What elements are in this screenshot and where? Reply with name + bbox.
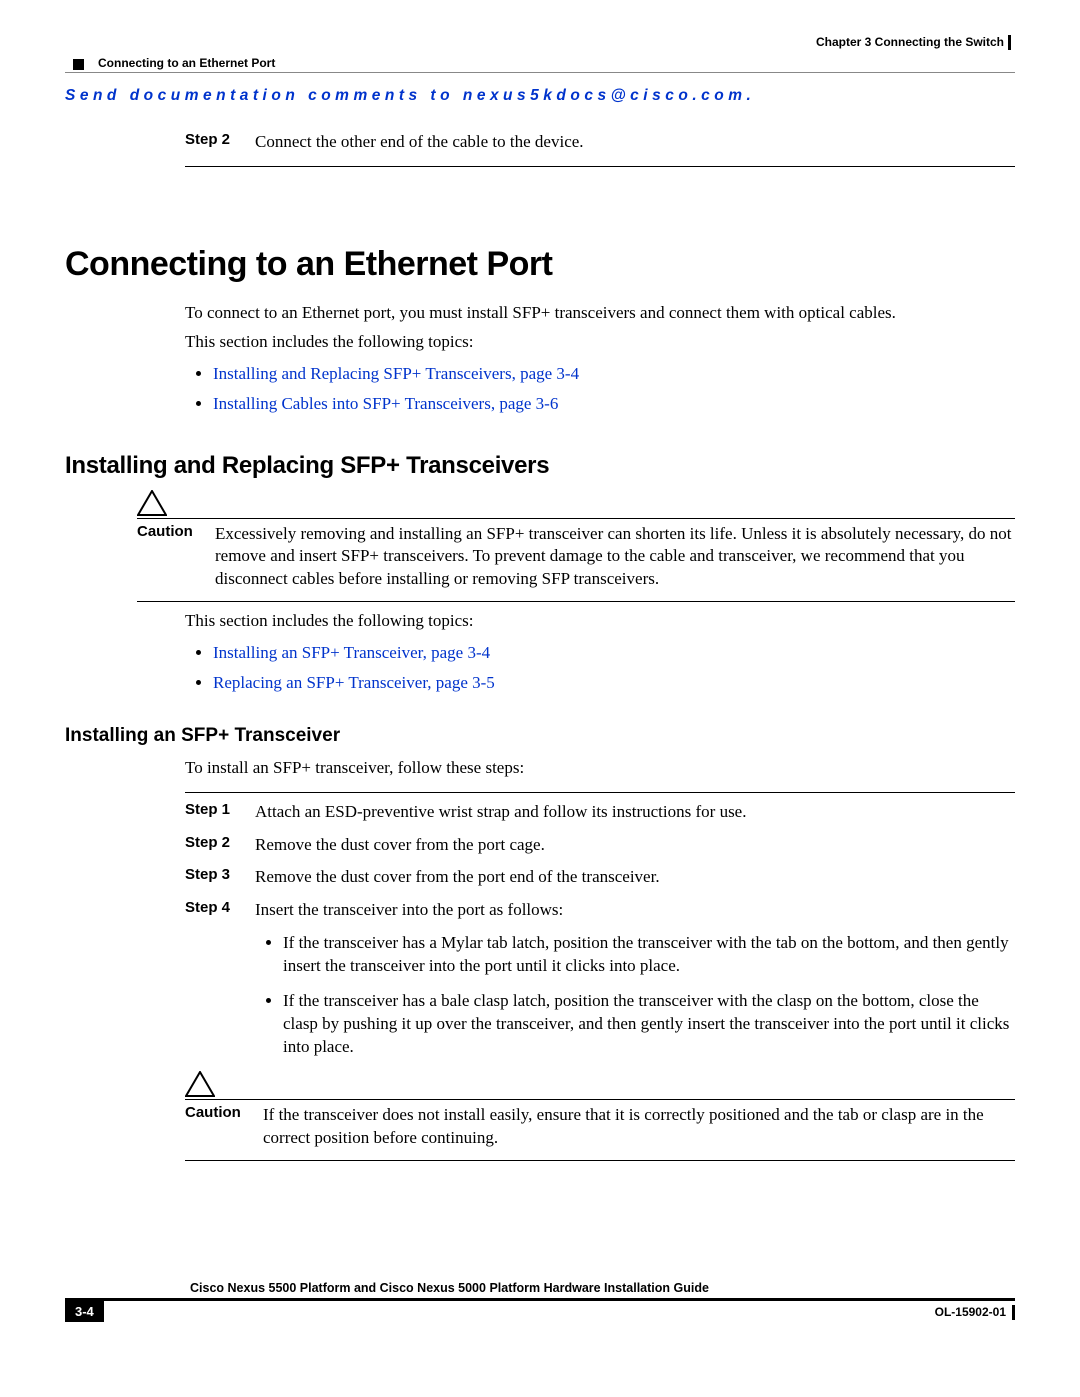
doc-id: OL-15902-01 (935, 1305, 1015, 1320)
xref-list-1: Installing and Replacing SFP+ Transceive… (185, 360, 1015, 417)
paragraph: This section includes the following topi… (185, 610, 1015, 633)
divider (185, 166, 1015, 167)
step-row: Step 2 Remove the dust cover from the po… (185, 834, 1015, 857)
xref-link[interactable]: Replacing an SFP+ Transceiver, page 3-5 (213, 673, 495, 692)
step-row: Step 1 Attach an ESD-preventive wrist st… (185, 801, 1015, 824)
header-section: Connecting to an Ethernet Port (73, 56, 1015, 70)
step-label: Step 3 (185, 866, 255, 889)
doc-email-line: Send documentation comments to nexus5kdo… (65, 87, 1015, 105)
caution-text: If the transceiver does not install easi… (263, 1104, 1015, 1150)
step-text: Attach an ESD-preventive wrist strap and… (255, 801, 746, 824)
paragraph: This section includes the following topi… (185, 331, 1015, 354)
xref-link[interactable]: Installing Cables into SFP+ Transceivers… (213, 394, 558, 413)
step-text: Connect the other end of the cable to th… (255, 131, 584, 154)
caution-label: Caution (185, 1104, 263, 1150)
heading-1: Connecting to an Ethernet Port (65, 245, 1015, 284)
heading-3: Installing an SFP+ Transceiver (65, 725, 1015, 747)
step-row: Step 3 Remove the dust cover from the po… (185, 866, 1015, 889)
footer-doc-title: Cisco Nexus 5500 Platform and Cisco Nexu… (190, 1281, 1015, 1295)
step-text: Remove the dust cover from the port end … (255, 866, 660, 889)
caution-block-2: Caution If the transceiver does not inst… (185, 1071, 1015, 1161)
xref-list-2: Installing an SFP+ Transceiver, page 3-4… (185, 639, 1015, 696)
heading-2: Installing and Replacing SFP+ Transceive… (65, 452, 1015, 480)
step-label: Step 1 (185, 801, 255, 824)
caution-icon (137, 490, 167, 516)
top-step-row: Step 2 Connect the other end of the cabl… (185, 131, 1015, 154)
list-item: If the transceiver has a bale clasp latc… (283, 990, 1015, 1059)
paragraph: To install an SFP+ transceiver, follow t… (185, 757, 1015, 780)
sub-bullet-list: If the transceiver has a Mylar tab latch… (255, 932, 1015, 1059)
caution-text: Excessively removing and installing an S… (215, 523, 1015, 592)
step-label: Step 4 (185, 899, 255, 922)
xref-link[interactable]: Installing and Replacing SFP+ Transceive… (213, 364, 579, 383)
step-text: Remove the dust cover from the port cage… (255, 834, 545, 857)
header-chapter: Chapter 3 Connecting the Switch (65, 35, 1015, 50)
list-item: If the transceiver has a Mylar tab latch… (283, 932, 1015, 978)
step-label: Step 2 (185, 131, 255, 154)
xref-link[interactable]: Installing an SFP+ Transceiver, page 3-4 (213, 643, 490, 662)
caution-icon (185, 1071, 215, 1097)
step-row: Step 4 Insert the transceiver into the p… (185, 899, 1015, 922)
page-number: 3-4 (65, 1301, 104, 1322)
caution-label: Caution (137, 523, 215, 592)
step-label: Step 2 (185, 834, 255, 857)
step-text: Insert the transceiver into the port as … (255, 899, 563, 922)
page-footer: Cisco Nexus 5500 Platform and Cisco Nexu… (65, 1281, 1015, 1322)
caution-block-1: Caution Excessively removing and install… (137, 490, 1015, 603)
divider (185, 792, 1015, 793)
paragraph: To connect to an Ethernet port, you must… (185, 302, 1015, 325)
